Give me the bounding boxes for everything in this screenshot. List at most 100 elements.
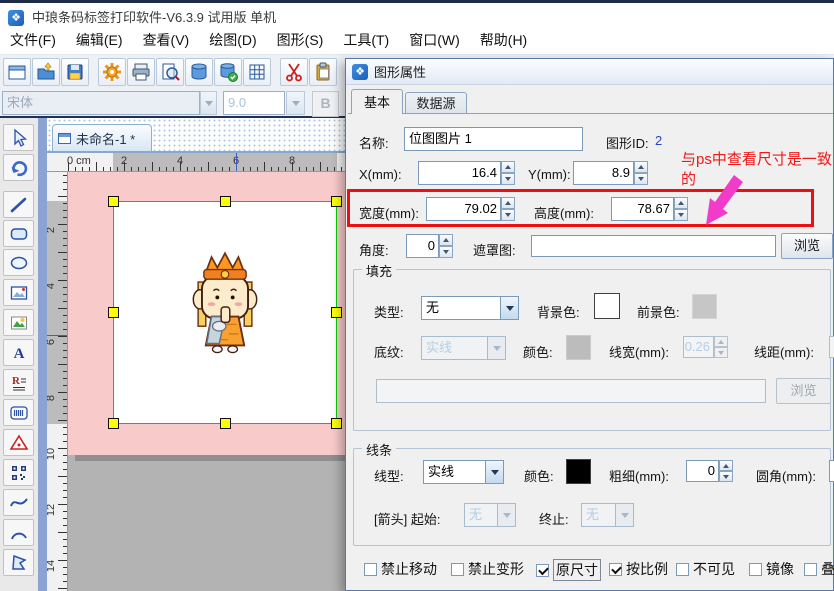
bitmap-image-icon [9,283,29,303]
print-preview-icon [159,61,181,83]
x-spinner[interactable] [501,161,515,185]
color-image-icon [9,313,29,333]
fill-linegap-input [829,336,834,358]
tool-curve[interactable] [3,489,34,516]
arrow-start-select: 无 [464,503,516,527]
arrow-end-select: 无 [581,503,634,527]
arrow-start-label: [箭头] 起始: [374,509,440,528]
cut-button[interactable] [280,58,308,86]
dropdown-arrow-icon[interactable] [500,297,518,319]
background-color-swatch[interactable] [594,293,620,319]
y-spinner[interactable] [634,161,648,185]
x-input[interactable]: 16.4 [418,161,501,185]
tool-rounded-rectangle[interactable] [3,220,34,247]
fill-linewidth-spinner [714,336,728,358]
menu-help[interactable]: 帮助(H) [470,27,537,54]
open-file-button[interactable] [32,58,60,86]
fill-type-select[interactable]: 无 [421,296,519,320]
line-weight-spinner[interactable] [719,460,733,482]
resize-handle-bottom-center[interactable] [220,418,231,429]
tool-text[interactable]: A [3,339,34,366]
tool-rich-text[interactable]: R [3,369,34,396]
tab-basic[interactable]: 基本 [351,89,403,114]
menu-edit[interactable]: 编辑(E) [66,27,133,54]
checkbox-icon[interactable] [804,563,817,576]
tool-bitmap-image[interactable] [3,279,34,306]
resize-handle-top-center[interactable] [220,196,231,207]
dropdown-arrow-icon[interactable] [485,461,503,483]
checkbox-keep-ratio[interactable]: 按比例 [609,559,668,579]
resize-handle-bottom-right[interactable] [331,418,342,429]
tool-select-pointer[interactable] [3,124,34,151]
menu-tools[interactable]: 工具(T) [333,27,399,54]
checkbox-icon[interactable] [609,563,622,576]
fill-group-label: 填充 [362,261,396,280]
checkbox-invisible[interactable]: 不可见 [676,559,735,579]
tool-line[interactable] [3,191,34,218]
resize-handle-mid-right[interactable] [331,307,342,318]
font-size-select: 9.0 [223,91,285,115]
line-type-select[interactable]: 实线 [423,460,504,484]
title-bar: ❖ 中琅条码标签打印软件-V6.3.9 试用版 单机 [0,0,834,27]
line-weight-input[interactable]: 0 [686,460,719,482]
tool-rotate[interactable] [3,154,34,181]
database-button[interactable] [185,58,213,86]
fill-color-swatch [566,335,591,360]
mask-browse-button[interactable]: 浏览 [781,233,833,259]
tool-color-image[interactable] [3,309,34,336]
resize-handle-bottom-left[interactable] [108,418,119,429]
menu-window[interactable]: 窗口(W) [399,27,470,54]
foreground-color-label: 前景色: [637,302,680,321]
menu-file[interactable]: 文件(F) [0,27,66,54]
grid-icon [246,61,268,83]
menu-view[interactable]: 查看(V) [133,27,200,54]
checkbox-icon[interactable] [749,563,762,576]
checkbox-lock-resize[interactable]: 禁止变形 [451,559,524,579]
tool-arc[interactable] [3,519,34,546]
save-button[interactable] [61,58,89,86]
tool-qr-code[interactable] [3,459,34,486]
line-color-swatch[interactable] [566,459,591,484]
tab-datasource[interactable]: 数据源 [405,92,467,114]
paste-button[interactable] [309,58,337,86]
checkbox-icon[interactable] [536,564,549,577]
checkbox-icon[interactable] [364,563,377,576]
print-button[interactable] [127,58,155,86]
checkbox-icon[interactable] [451,563,464,576]
checkbox-overlay[interactable]: 叠 [804,559,834,579]
tool-barcode[interactable] [3,399,34,426]
line-group-label: 线条 [362,440,396,459]
tool-polygon[interactable] [3,549,34,576]
selected-image-object[interactable] [113,201,337,424]
checkbox-lock-move[interactable]: 禁止移动 [364,559,437,579]
angle-spinner[interactable] [439,234,453,258]
dialog-title-bar[interactable]: ❖ 图形属性 [346,59,833,85]
name-input[interactable]: 位图图片 1 [404,127,583,151]
new-document-button[interactable] [3,58,31,86]
print-preview-button[interactable] [156,58,184,86]
tool-ellipse[interactable] [3,249,34,276]
y-input[interactable]: 8.9 [573,161,634,185]
document-tab[interactable]: 未命名-1 * [52,124,152,151]
resize-handle-top-right[interactable] [331,196,342,207]
resize-handle-mid-left[interactable] [108,307,119,318]
ellipse-icon [9,253,29,273]
tool-triangle-shape[interactable] [3,429,34,456]
grid-button[interactable] [243,58,271,86]
font-family-dropdown-icon [200,91,217,115]
checkbox-icon[interactable] [676,563,689,576]
svg-text:R: R [12,375,21,387]
settings-button[interactable] [98,58,126,86]
polygon-icon [9,553,29,573]
checkbox-original-size[interactable]: 原尺寸 [536,559,601,581]
database-connect-button[interactable] [214,58,242,86]
checkbox-mirror[interactable]: 镜像 [749,559,794,579]
mask-input[interactable] [531,235,776,257]
menu-shape[interactable]: 图形(S) [267,27,334,54]
font-family-select: 宋体 [2,91,200,115]
fill-pattern-select: 实线 [421,336,506,360]
menu-draw[interactable]: 绘图(D) [199,27,266,54]
angle-input[interactable]: 0 [406,234,439,258]
resize-handle-top-left[interactable] [108,196,119,207]
annotation-text-line2: 的 [681,168,696,189]
